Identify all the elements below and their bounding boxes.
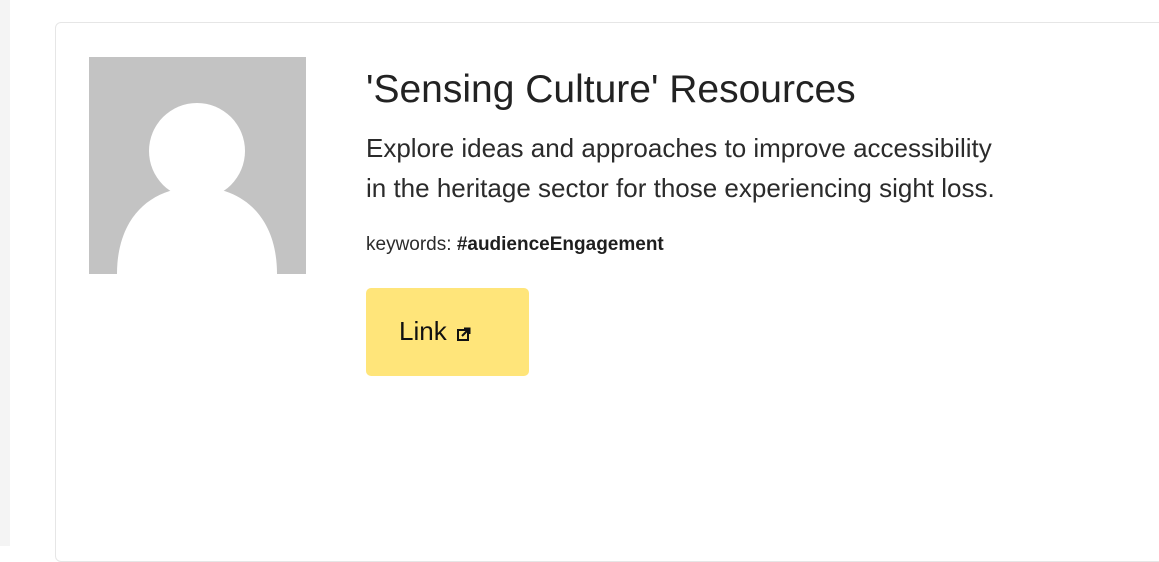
resource-content: 'Sensing Culture' Resources Explore idea… xyxy=(366,67,1066,376)
link-button-label: Link xyxy=(399,316,447,347)
link-button[interactable]: Link xyxy=(366,287,529,376)
default-user-avatar-icon xyxy=(89,57,306,274)
resource-description: Explore ideas and approaches to improve … xyxy=(366,132,995,204)
keywords-label: keywords: xyxy=(366,233,452,255)
left-edge-divider xyxy=(0,0,10,546)
resource-card: 'Sensing Culture' Resources Explore idea… xyxy=(55,22,1159,562)
external-link-icon xyxy=(456,327,471,341)
keyword-tag[interactable]: #audienceEngagement xyxy=(457,234,664,255)
resource-title: 'Sensing Culture' Resources xyxy=(366,68,856,111)
keywords-line: keywords: #audienceEngagement xyxy=(366,234,1066,256)
